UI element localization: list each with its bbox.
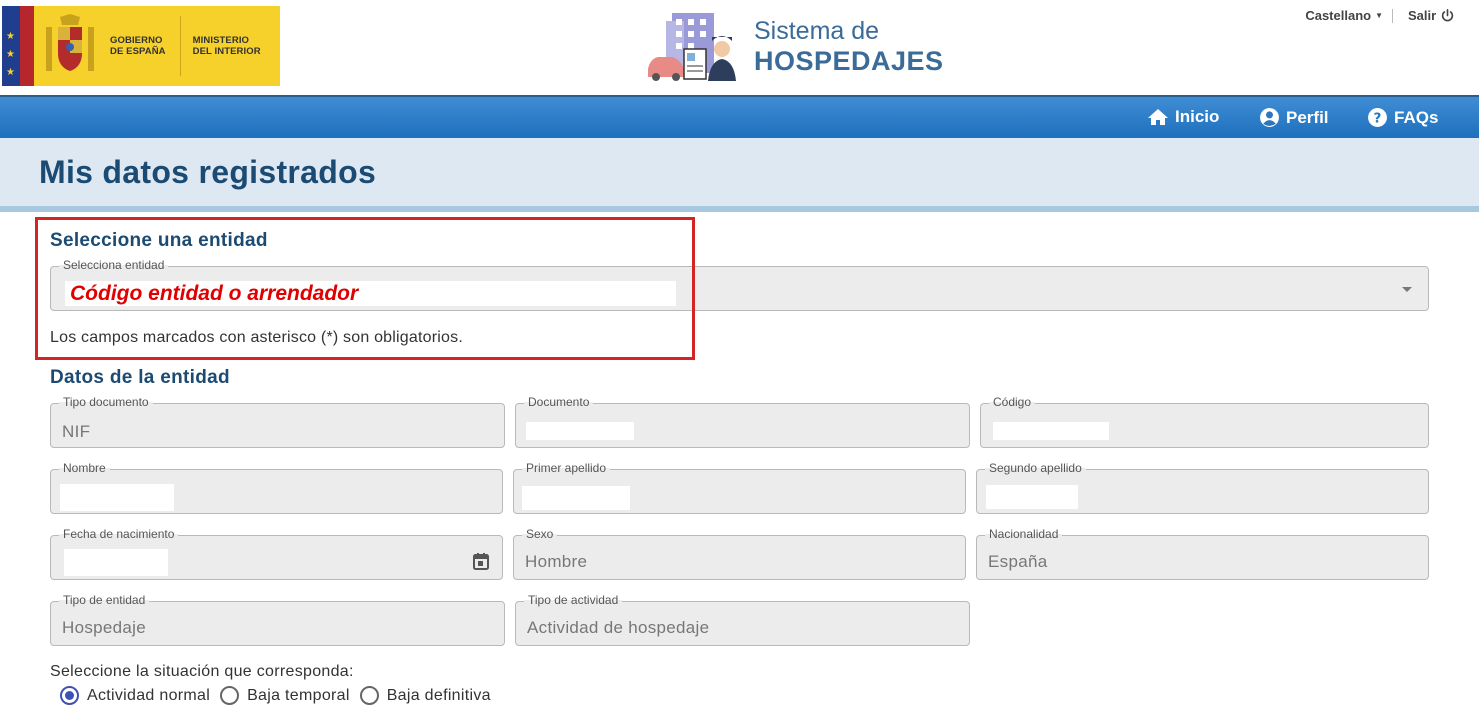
nav-faqs-label: FAQs — [1394, 107, 1439, 127]
nationality-label: Nacionalidad — [985, 527, 1063, 541]
redacted-block — [64, 549, 168, 576]
question-circle-icon: ? — [1368, 108, 1387, 127]
redacted-block — [986, 485, 1078, 509]
nav-faqs[interactable]: ? FAQs — [1367, 107, 1438, 128]
entity-type-label: Tipo de entidad — [59, 593, 150, 607]
radio-checked-icon[interactable] — [60, 686, 79, 705]
document-field[interactable]: Documento — [515, 395, 970, 448]
sex-field[interactable]: Sexo Hombre — [513, 527, 966, 580]
radio-definitive-leave[interactable]: Baja definitiva — [359, 686, 491, 705]
radio-normal-activity[interactable]: Actividad normal — [60, 686, 210, 705]
ministry-line-1: MINISTERIO — [192, 35, 250, 46]
logo-divider — [179, 16, 181, 76]
power-icon — [1442, 9, 1454, 22]
doc-type-value: NIF — [62, 422, 91, 441]
code-label: Código — [989, 395, 1036, 409]
redacted-block — [526, 422, 634, 440]
redacted-block — [60, 484, 174, 511]
page-title-band: Mis datos registrados — [0, 138, 1479, 206]
eu-flag-icon: ★ ★ ★ — [2, 6, 20, 86]
radio-temporary-leave[interactable]: Baja temporal — [220, 686, 350, 705]
government-logo[interactable]: ★★★ GOBIERNO DE ESPAÑA MINISTERIO DEL — [2, 6, 280, 86]
language-label: Castellano — [1305, 8, 1372, 23]
logout-button[interactable]: Salir — [1408, 8, 1454, 23]
code-field[interactable]: Código — [980, 395, 1429, 448]
nationality-value: España — [988, 552, 1048, 571]
top-header: ★★★ GOBIERNO DE ESPAÑA MINISTERIO DEL — [0, 0, 1479, 95]
first-surname-label: Primer apellido — [522, 461, 611, 475]
nav-profile[interactable]: Perfil — [1259, 107, 1329, 128]
caret-down-icon: ▼ — [1375, 11, 1383, 20]
title-divider — [0, 206, 1479, 212]
document-label: Documento — [524, 395, 594, 409]
nav-home-label: Inicio — [1175, 107, 1220, 126]
nav-home[interactable]: Inicio — [1147, 107, 1219, 127]
radio-unchecked-icon[interactable] — [359, 686, 379, 705]
user-circle-icon — [1260, 108, 1279, 127]
home-icon — [1148, 109, 1168, 125]
name-label: Nombre — [59, 461, 110, 475]
doc-type-field[interactable]: Tipo documento NIF — [50, 395, 505, 448]
logout-label: Salir — [1408, 8, 1437, 23]
gov-line-2: DE ESPAÑA — [110, 46, 166, 57]
entity-type-field[interactable]: Tipo de entidad Hospedaje — [50, 593, 505, 646]
situation-prompt: Seleccione la situación que corresponda: — [50, 663, 354, 680]
sex-value: Hombre — [525, 552, 588, 571]
first-surname-field[interactable]: Primer apellido — [513, 461, 966, 514]
coat-of-arms-icon — [34, 6, 106, 86]
radio-definitive-label: Baja definitiva — [386, 686, 491, 704]
page-title: Mis datos registrados — [39, 154, 377, 190]
language-selector[interactable]: Castellano ▼ — [1305, 8, 1383, 23]
activity-type-value: Actividad de hospedaje — [527, 618, 710, 637]
brand-line-1: Sistema de — [754, 17, 880, 45]
radio-temporary-label: Baja temporal — [247, 686, 350, 704]
government-text: GOBIERNO DE ESPAÑA MINISTERIO DEL INTERI… — [106, 6, 275, 86]
nav-profile-label: Perfil — [1286, 107, 1329, 127]
main-nav: Inicio Perfil ? FAQs — [0, 95, 1479, 138]
entity-type-value: Hospedaje — [62, 618, 146, 637]
name-field[interactable]: Nombre — [50, 461, 503, 514]
ministry-line-2: DEL INTERIOR — [192, 46, 261, 57]
second-surname-label: Segundo apellido — [985, 461, 1086, 475]
select-arrow-icon — [1402, 287, 1412, 292]
hospedajes-logo-icon — [648, 13, 736, 81]
gov-line-1: GOBIERNO — [110, 35, 163, 46]
app-brand[interactable]: Sistema de HOSPEDAJES — [644, 10, 944, 84]
header-divider — [1392, 9, 1393, 23]
activity-type-label: Tipo de actividad — [524, 593, 623, 607]
radio-unchecked-icon[interactable] — [220, 686, 240, 705]
birthdate-label: Fecha de nacimiento — [59, 527, 179, 541]
entity-data-heading: Datos de la entidad — [50, 367, 230, 388]
redacted-block — [522, 486, 630, 510]
flag-strip — [20, 6, 34, 86]
second-surname-field[interactable]: Segundo apellido — [976, 461, 1429, 514]
redacted-block — [993, 422, 1109, 440]
svg-text:?: ? — [1374, 111, 1382, 127]
sex-label: Sexo — [522, 527, 558, 541]
activity-type-field[interactable]: Tipo de actividad Actividad de hospedaje — [515, 593, 970, 646]
situation-radio-group: Actividad normal Baja temporal Baja defi… — [60, 686, 501, 705]
highlight-box — [35, 217, 695, 360]
nationality-field[interactable]: Nacionalidad España — [976, 527, 1429, 580]
birthdate-field[interactable]: Fecha de nacimiento — [50, 527, 503, 580]
doc-type-label: Tipo documento — [59, 395, 153, 409]
radio-normal-label: Actividad normal — [87, 686, 211, 704]
brand-line-2: HOSPEDAJES — [754, 46, 944, 76]
calendar-icon[interactable] — [471, 551, 491, 571]
